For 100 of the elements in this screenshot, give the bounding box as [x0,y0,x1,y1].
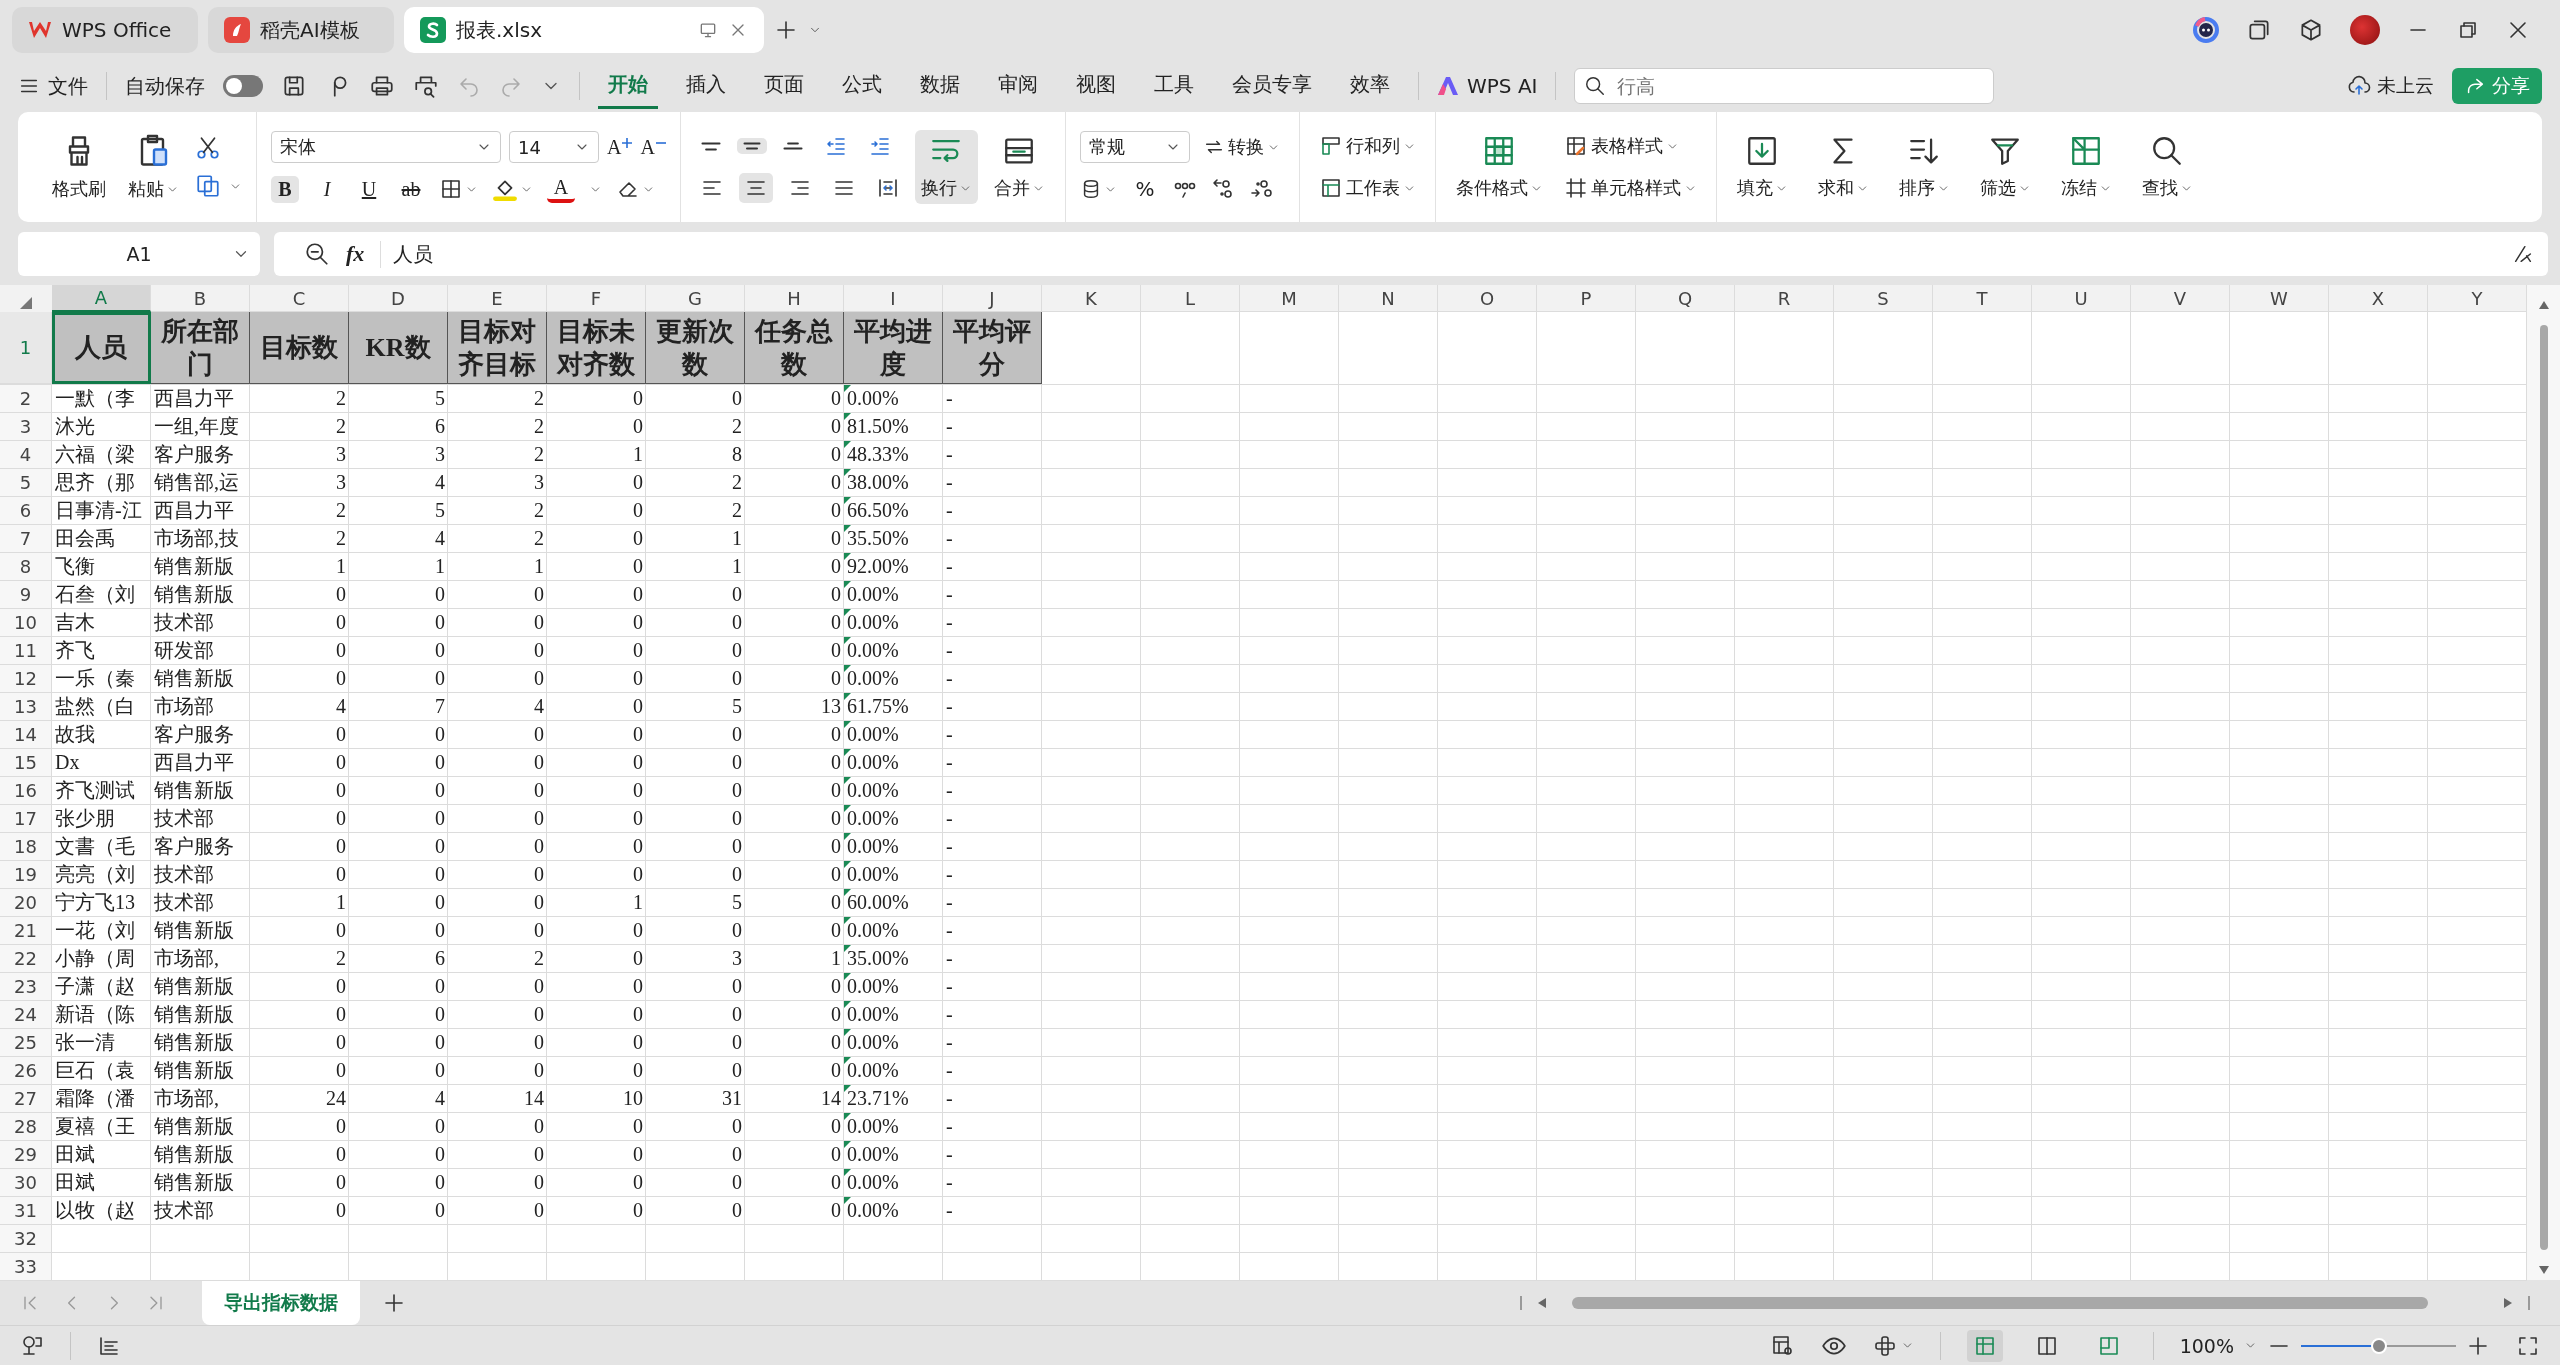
increase-font-button[interactable]: A [607,133,633,161]
freeze-button[interactable]: 冻结 [2054,130,2118,204]
table-style-button[interactable]: 表格样式 [1558,131,1702,161]
row-header[interactable]: 19 [0,861,52,889]
macro-icon[interactable] [20,1333,44,1358]
ribbon-tab[interactable]: 公式 [832,63,892,109]
row-header[interactable]: 3 [0,413,52,441]
autosave-toggle[interactable] [223,75,263,97]
conditional-format-button[interactable]: 条件格式 [1449,130,1549,204]
save-icon[interactable] [281,73,307,99]
zoom-level[interactable]: 100% [2179,1334,2234,1357]
sum-button[interactable]: 求和 [1811,130,1875,204]
row-header[interactable]: 31 [0,1197,52,1225]
row-header[interactable]: 2 [0,385,52,413]
ribbon-tab[interactable]: 数据 [910,63,970,109]
copy-icon[interactable] [195,173,221,199]
cloud-button[interactable]: 未上云 [2347,73,2434,99]
ribbon-tab[interactable]: 工具 [1144,63,1204,109]
row-header[interactable]: 21 [0,917,52,945]
format-painter-button[interactable]: 格式刷 [46,129,112,205]
document-tab[interactable]: 稻壳AI模板 [208,7,394,53]
row-header[interactable]: 26 [0,1057,52,1085]
font-color-button[interactable]: A [547,175,575,203]
italic-button[interactable]: I [313,175,341,203]
paste-button[interactable]: 粘贴 [122,129,185,205]
font-size-select[interactable]: 14 [509,131,599,163]
row-header[interactable]: 11 [0,637,52,665]
underline-button[interactable]: U [355,175,383,203]
convert-button[interactable]: 转换 [1197,132,1285,162]
increase-decimal-icon[interactable] [1210,177,1235,201]
row-header[interactable]: 5 [0,469,52,497]
normal-view-button[interactable] [1966,1329,2003,1362]
row-header[interactable]: 20 [0,889,52,917]
ribbon-tab[interactable]: 视图 [1066,63,1126,109]
bold-button[interactable]: B [271,175,299,203]
row-header[interactable]: 33 [0,1253,52,1281]
wrap-text-button[interactable]: 换行 [914,130,978,204]
select-all-icon[interactable] [20,297,32,309]
plus-icon[interactable] [774,18,798,42]
row-header[interactable]: 28 [0,1113,52,1141]
zoom-slider-thumb[interactable] [2370,1337,2387,1354]
row-header[interactable]: 4 [0,441,52,469]
row-header[interactable]: 30 [0,1169,52,1197]
ribbon-tab[interactable]: 会员专享 [1222,63,1322,109]
vertical-scrollbar[interactable] [2539,325,2548,1250]
scroll-right-icon[interactable] [2504,1297,2512,1308]
row-header[interactable]: 24 [0,1001,52,1029]
worksheet-button[interactable]: 工作表 [1313,173,1421,203]
row-header[interactable]: 22 [0,945,52,973]
row-header[interactable]: 7 [0,525,52,553]
row-header[interactable]: 16 [0,777,52,805]
formula-bar[interactable]: fx 人员 [274,232,2548,276]
scroll-up-icon[interactable] [2538,301,2549,309]
fill-button[interactable]: 填充 [1730,130,1794,204]
function-label[interactable]: fx [346,241,365,267]
assistant-icon[interactable] [2192,16,2220,44]
row-header[interactable]: 17 [0,805,52,833]
filter-button[interactable]: 筛选 [1973,130,2037,204]
ribbon-tab[interactable]: 页面 [754,63,814,109]
ribbon-tab[interactable]: 插入 [676,63,736,109]
row-header[interactable]: 8 [0,553,52,581]
borders-icon[interactable] [439,177,463,201]
row-header[interactable]: 9 [0,581,52,609]
row-header[interactable]: 32 [0,1225,52,1253]
ribbon-tab[interactable]: 审阅 [988,63,1048,109]
name-box[interactable]: A1 [18,232,260,276]
rows-columns-button[interactable]: 行和列 [1313,131,1421,161]
strikethrough-button[interactable]: ab [397,175,425,203]
find-button[interactable]: 查找 [2135,130,2199,204]
row-header[interactable]: 15 [0,749,52,777]
row-header[interactable]: 23 [0,973,52,1001]
align-center-button[interactable] [738,173,773,203]
decrease-font-button[interactable]: A [640,133,666,161]
sort-button[interactable]: 排序 [1892,130,1956,204]
crosshair-icon[interactable] [1872,1333,1897,1358]
cell-style-button[interactable]: 单元格样式 [1558,173,1702,203]
percent-button[interactable]: % [1130,175,1159,203]
search-field[interactable]: 行高 [1574,68,1995,104]
ribbon-tab[interactable]: 效率 [1340,63,1400,109]
row-header[interactable]: 10 [0,609,52,637]
sheet-tab[interactable]: 导出指标数据 [202,1280,360,1325]
file-menu[interactable]: 文件 [18,72,88,100]
zoom-out-icon[interactable] [304,241,330,267]
document-tab[interactable]: 报表.xlsx [404,7,764,53]
row-header[interactable]: 14 [0,721,52,749]
cut-icon[interactable] [195,135,221,161]
row-header[interactable]: 29 [0,1141,52,1169]
document-tab[interactable]: WPS Office [12,7,198,53]
cube-icon[interactable] [2298,17,2324,43]
scroll-left-icon[interactable] [1538,1297,1546,1308]
number-format-select[interactable]: 常规 [1079,131,1190,163]
merge-button[interactable]: 合并 [987,130,1051,204]
font-name-select[interactable]: 宋体 [271,131,501,163]
scroll-down-icon[interactable] [2538,1266,2549,1274]
row-header[interactable]: 27 [0,1085,52,1113]
row-header[interactable]: 6 [0,497,52,525]
align-middle-button[interactable] [736,138,767,154]
row-header[interactable]: 25 [0,1029,52,1057]
avatar-icon[interactable] [2350,15,2380,45]
wps-ai-button[interactable]: WPS AI [1437,74,1538,98]
